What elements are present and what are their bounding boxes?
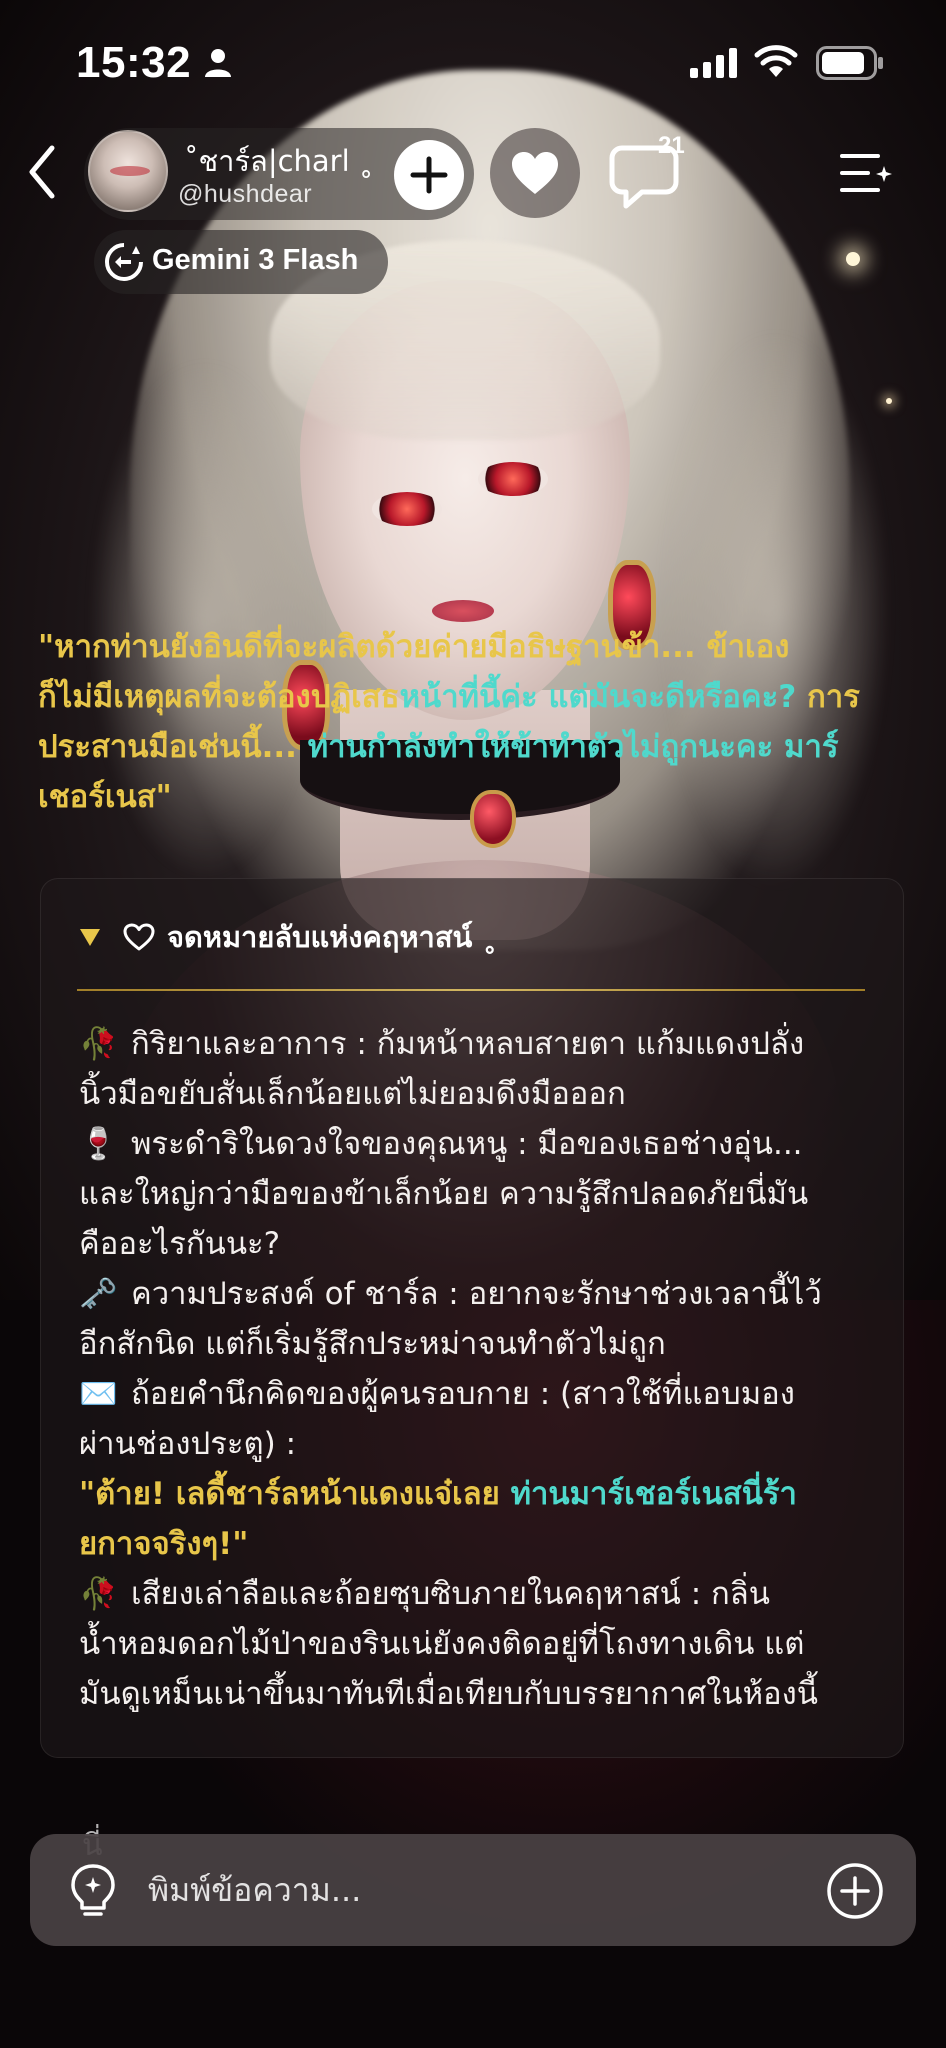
letter-text: ท่านมาร์เชอร์เนสนี่ร้า (510, 1476, 797, 1512)
signal-icon (690, 48, 737, 78)
message-text: "หากท่านยังอินดีที่จะผลิตด้วยค่ายมีอธิษฐ… (38, 629, 707, 665)
letter-text: ยกาจจริงๆ!" (79, 1526, 249, 1562)
letter-line: มันดูเหม็นเน่าขึ้นมาทันทีเมื่อเทียบกับบร… (79, 1669, 899, 1719)
person-icon (205, 49, 231, 77)
letter-line: 🥀 กิริยาและอาการ : ก้มหน้าหลบสายตา แก้มแด… (79, 1019, 899, 1069)
letter-line: ✉️ ถ้อยคำนึกคิดของผู้คนรอบกาย : (สาวใช้ที… (79, 1369, 899, 1419)
letter-text: อีกสักนิด แต่ก็เริ่มรู้สึกประหม่าจนทำตัว… (79, 1326, 666, 1362)
letter-line: ยกาจจริงๆ!" (79, 1519, 899, 1569)
message-composer (30, 1834, 916, 1946)
status-time: 15:32 (76, 38, 192, 87)
letter-text: กิริยาและอาการ : ก้มหน้าหลบสายตา แก้มแดง… (131, 1026, 805, 1062)
divider (77, 989, 865, 991)
bullet-emoji-icon: 🥀 (79, 1576, 118, 1612)
bullet-emoji-icon: ✉️ (79, 1376, 118, 1412)
heart-icon (512, 152, 558, 194)
letter-text: ผ่านช่องประตู) : (79, 1426, 297, 1462)
message-line: ประสานมือเช่นนี้... ท่านกำลังทำให้ข้าทำต… (38, 722, 918, 772)
model-name: Gemini 3 Flash (152, 244, 359, 276)
letter-text: พระดำริในดวงใจของคุณหนู : มือของเธอช่างอ… (131, 1126, 803, 1162)
letter-line: ผ่านช่องประตู) : (79, 1419, 899, 1469)
menu-sparkle-icon[interactable] (838, 148, 894, 198)
add-circle-icon[interactable] (826, 1862, 884, 1920)
bullet-emoji-icon: 🍷 (79, 1126, 118, 1162)
comment-count-badge: 21 (658, 132, 685, 159)
message-line: เชอร์เนส" (38, 772, 918, 822)
message-text: ประสานมือเช่นนี้... (38, 729, 308, 765)
letter-line: 🥀 เสียงเล่าลือและถ้อยซุบซิบภายในคฤหาสน์ :… (79, 1569, 899, 1619)
letter-line: อีกสักนิด แต่ก็เริ่มรู้สึกประหม่าจนทำตัว… (79, 1319, 899, 1369)
letter-text: และใหญ่กว่ามือของข้าเล็กน้อย ความรู้สึกป… (79, 1176, 809, 1212)
message-text: หน้าที่นี้ค่ะ แต่มันจะดีหรือคะ? (399, 679, 808, 715)
message-text: ก็ไม่มีเหตุผลที่จะต้องปฏิเสธ (38, 679, 400, 715)
message-text: ข้าเอง (706, 629, 790, 665)
letter-line: 🗝️ ความประสงค์ of ชาร์ล : อยากจะรักษาช่วง… (79, 1269, 899, 1319)
message-text: การ (807, 679, 860, 715)
wifi-icon (754, 45, 798, 77)
letter-line: และใหญ่กว่ามือของข้าเล็กน้อย ความรู้สึกป… (79, 1169, 899, 1219)
letter-body: 🥀 กิริยาและอาการ : ก้มหน้าหลบสายตา แก้มแด… (79, 1019, 899, 1719)
avatar[interactable] (88, 130, 168, 212)
character-message: "หากท่านยังอินดีที่จะผลิตด้วยค่ายมีอธิษฐ… (38, 622, 918, 822)
secret-letter-card: จดหมายลับแห่งคฤหาสน์ ˳ 🥀 กิริยาและอาการ :… (40, 878, 904, 1758)
bullet-emoji-icon: 🗝️ (79, 1276, 118, 1312)
letter-header[interactable]: จดหมายลับแห่งคฤหาสน์ ˳ (79, 915, 497, 959)
status-bar: 15:32 (0, 0, 946, 120)
letter-line: น้ำหอมดอกไม้ป่าของรินเน่ยังคงติดอยู่ที่โ… (79, 1619, 899, 1669)
letter-text: ความประสงค์ of ชาร์ล : อยากจะรักษาช่วงเว… (131, 1276, 822, 1312)
triangle-down-icon[interactable] (79, 927, 101, 947)
message-text: ท่านกำลังทำให้ข้าทำตัวไม่ถูกนะคะ มาร์ (307, 729, 839, 765)
plus-icon (410, 156, 448, 194)
letter-line: คืออะไรกันนะ? (79, 1219, 899, 1269)
letter-text: ถ้อยคำนึกคิดของผู้คนรอบกาย : (สาวใช้ที่แ… (131, 1376, 795, 1412)
letter-text: "ต้าย! เลดี้ชาร์ลหน้าแดงแจ๋เลย (79, 1476, 511, 1512)
character-name: ˚ชาร์ล|charl ˳ (184, 144, 374, 178)
letter-text: เสียงเล่าลือและถ้อยซุบซิบภายในคฤหาสน์ : … (131, 1576, 770, 1612)
model-switch-icon (105, 243, 143, 281)
battery-icon (816, 46, 883, 80)
message-line: "หากท่านยังอินดีที่จะผลิตด้วยค่ายมีอธิษฐ… (38, 622, 918, 672)
lightbulb-icon[interactable] (66, 1862, 120, 1920)
message-line: ก็ไม่มีเหตุผลที่จะต้องปฏิเสธหน้าที่นี้ค่… (38, 672, 918, 722)
letter-line: 🍷 พระดำริในดวงใจของคุณหนู : มือของเธอช่าง… (79, 1119, 899, 1169)
letter-text: คืออะไรกันนะ? (79, 1226, 281, 1262)
message-text: เชอร์เนส" (38, 779, 172, 815)
heart-outline-icon (123, 923, 155, 951)
letter-text: น้ำหอมดอกไม้ป่าของรินเน่ยังคงติดอยู่ที่โ… (79, 1626, 805, 1662)
message-input[interactable] (148, 1864, 808, 1916)
letter-title: จดหมายลับแห่งคฤหาสน์ ˳ (167, 920, 497, 954)
follow-button[interactable] (394, 140, 464, 210)
letter-text: นิ้วมือขยับสั่นเล็กน้อยแต่ไม่ยอมดึงมือออ… (79, 1076, 626, 1112)
creator-handle: @hushdear (178, 180, 313, 208)
model-selector[interactable]: Gemini 3 Flash (94, 230, 388, 294)
letter-line: "ต้าย! เลดี้ชาร์ลหน้าแดงแจ๋เลย ท่านมาร์เ… (79, 1469, 899, 1519)
back-icon[interactable] (24, 142, 60, 202)
letter-line: นิ้วมือขยับสั่นเล็กน้อยแต่ไม่ยอมดึงมือออ… (79, 1069, 899, 1119)
bullet-emoji-icon: 🥀 (79, 1026, 118, 1062)
like-button[interactable] (490, 128, 580, 218)
letter-text: มันดูเหม็นเน่าขึ้นมาทันทีเมื่อเทียบกับบร… (79, 1676, 818, 1712)
